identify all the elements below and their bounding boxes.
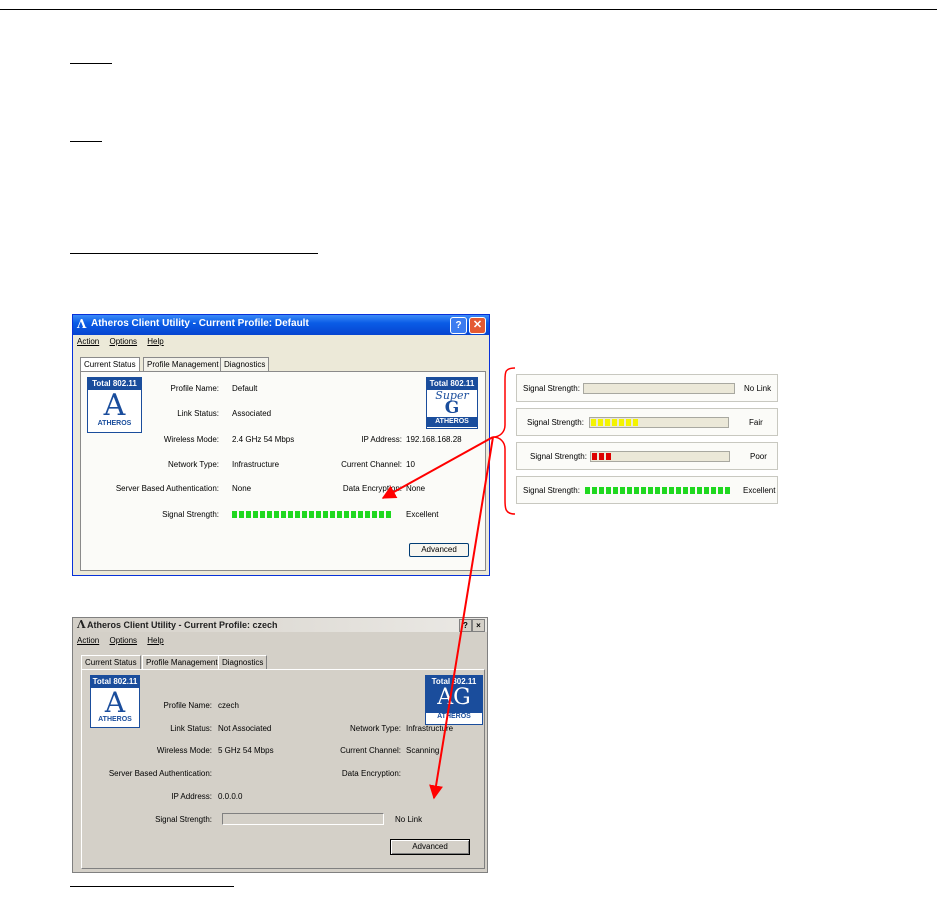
brace: [492, 367, 516, 515]
annotation-overlay: [381, 367, 516, 800]
arrow-to-signal-window1: [381, 436, 494, 499]
arrow-to-signal-window2: [429, 436, 494, 800]
